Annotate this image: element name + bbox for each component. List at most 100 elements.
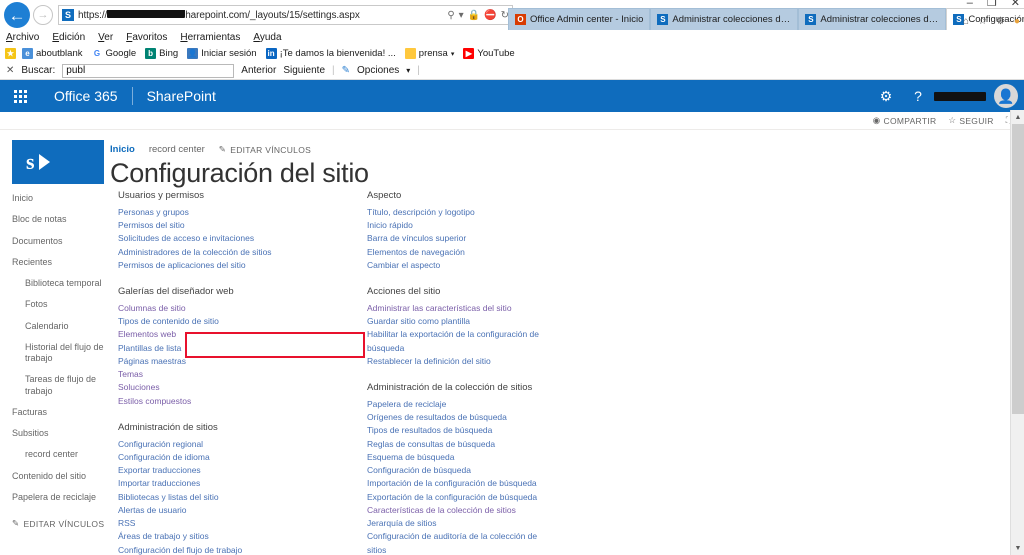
link-reglas-consultas-busqueda[interactable]: Reglas de consultas de búsqueda — [367, 438, 552, 451]
link-bibliotecas-y-listas[interactable]: Bibliotecas y listas del sitio — [118, 491, 303, 504]
link-papelera-de-reciclaje[interactable]: Papelera de reciclaje — [367, 398, 552, 411]
link-exportacion-configuracion-busqueda[interactable]: Exportación de la configuración de búsqu… — [367, 491, 552, 504]
breadcrumb-item-inicio[interactable]: Inicio — [110, 144, 135, 155]
sidebar-item-bloc-de-notas[interactable]: Bloc de notas — [12, 209, 112, 230]
link-configuracion-auditoria-coleccion-sitios[interactable]: Configuración de auditoría de la colecci… — [367, 530, 552, 555]
minimize-icon[interactable]: – — [967, 0, 973, 9]
favorite-item[interactable]: ▶ YouTube — [460, 48, 517, 59]
link-elementos-web[interactable]: Elementos web — [118, 328, 303, 341]
close-find-icon[interactable]: ✕ — [6, 65, 14, 76]
sidebar-item-inicio[interactable]: Inicio — [12, 188, 112, 209]
link-temas[interactable]: Temas — [118, 368, 303, 381]
link-barra-vinculos-superior[interactable]: Barra de vínculos superior — [367, 232, 552, 245]
link-administradores-coleccion-sitios[interactable]: Administradores de la colección de sitio… — [118, 246, 303, 259]
link-importar-traducciones[interactable]: Importar traducciones — [118, 477, 303, 490]
back-button[interactable]: ← — [4, 2, 30, 28]
chevron-down-icon[interactable]: ▾ — [406, 66, 410, 75]
menu-herramientas[interactable]: Herramientas — [180, 32, 240, 43]
link-restablecer-definicion-sitio[interactable]: Restablecer la definición del sitio — [367, 355, 552, 368]
link-columnas-de-sitio[interactable]: Columnas de sitio — [118, 302, 303, 315]
close-icon[interactable]: ✕ — [1011, 0, 1020, 9]
link-paginas-maestras[interactable]: Páginas maestras — [118, 355, 303, 368]
link-caracteristicas-coleccion-sitios[interactable]: Características de la colección de sitio… — [367, 504, 552, 517]
breadcrumb-item-record-center[interactable]: record center — [149, 144, 205, 155]
sidebar-item-papelera-de-reciclaje[interactable]: Papelera de reciclaje — [12, 487, 112, 508]
link-origenes-resultados-busqueda[interactable]: Orígenes de resultados de búsqueda — [367, 411, 552, 424]
menu-ayuda[interactable]: Ayuda — [253, 32, 281, 43]
find-next-button[interactable]: Siguiente — [283, 65, 325, 76]
sidebar-item-recientes[interactable]: Recientes — [12, 252, 112, 273]
scroll-up-button[interactable]: ▲ — [1011, 110, 1024, 124]
link-tipos-contenido-sitio[interactable]: Tipos de contenido de sitio — [118, 315, 303, 328]
favorite-item[interactable]: e aboutblank — [19, 48, 85, 59]
chevron-down-icon[interactable]: ▾ — [451, 50, 455, 58]
sharepoint-link[interactable]: SharePoint — [133, 80, 230, 112]
sidebar-edit-links-button[interactable]: ✎ EDITAR VÍNCULOS — [12, 518, 112, 529]
browser-tab[interactable]: S Administrar colecciones de siti... — [798, 8, 947, 30]
browser-tab[interactable]: S Administrar colecciones de siti... — [650, 8, 799, 30]
user-icon[interactable]: ● — [1014, 16, 1020, 27]
link-rss[interactable]: RSS — [118, 517, 303, 530]
find-input[interactable] — [62, 63, 235, 78]
link-elementos-de-navegacion[interactable]: Elementos de navegación — [367, 246, 552, 259]
scrollbar-thumb[interactable] — [1012, 124, 1024, 414]
search-icon[interactable]: ⚲ — [447, 10, 454, 21]
link-configuracion-regional[interactable]: Configuración regional — [118, 438, 303, 451]
scroll-down-button[interactable]: ▼ — [1011, 541, 1024, 555]
favorite-item[interactable]: 👤 Iniciar sesión — [184, 48, 259, 59]
link-jerarquia-de-sitios[interactable]: Jerarquía de sitios — [367, 517, 552, 530]
share-button[interactable]: ◉ COMPARTIR — [873, 115, 937, 126]
dropdown-caret-icon[interactable]: ▾ — [459, 10, 464, 21]
sidebar-item-fotos[interactable]: Fotos — [12, 294, 112, 315]
office365-link[interactable]: Office 365 — [40, 80, 132, 112]
link-alertas-de-usuario[interactable]: Alertas de usuario — [118, 504, 303, 517]
site-logo[interactable]: s — [12, 140, 104, 184]
favorite-item[interactable]: G Google — [88, 48, 139, 59]
link-habilitar-exportacion-configuracion-busqueda[interactable]: Habilitar la exportación de la configura… — [367, 328, 552, 355]
link-soluciones[interactable]: Soluciones — [118, 381, 303, 394]
gear-icon[interactable]: ⚙ — [996, 16, 1005, 27]
favorite-folder[interactable]: prensa ▾ — [402, 48, 458, 59]
edit-links-button[interactable]: ✎ EDITAR VÍNCULOS — [219, 144, 311, 155]
link-esquema-de-busqueda[interactable]: Esquema de búsqueda — [367, 451, 552, 464]
menu-edicion[interactable]: Edición — [52, 32, 85, 43]
favorite-item[interactable]: b Bing — [142, 48, 181, 59]
link-guardar-sitio-como-plantilla[interactable]: Guardar sitio como plantilla — [367, 315, 552, 328]
link-permisos-del-sitio[interactable]: Permisos del sitio — [118, 219, 303, 232]
link-configuracion-de-idioma[interactable]: Configuración de idioma — [118, 451, 303, 464]
link-solicitudes-de-acceso[interactable]: Solicitudes de acceso e invitaciones — [118, 232, 303, 245]
sidebar-item-facturas[interactable]: Facturas — [12, 402, 112, 423]
menu-ver[interactable]: Ver — [98, 32, 113, 43]
favorite-item[interactable]: in ¡Te damos la bienvenida! ... — [263, 48, 399, 59]
avatar[interactable]: 👤 — [994, 84, 1018, 108]
sidebar-item-calendario[interactable]: Calendario — [12, 316, 112, 337]
sidebar-item-documentos[interactable]: Documentos — [12, 231, 112, 252]
link-cambiar-el-aspecto[interactable]: Cambiar el aspecto — [367, 259, 552, 272]
link-exportar-traducciones[interactable]: Exportar traducciones — [118, 464, 303, 477]
link-inicio-rapido[interactable]: Inicio rápido — [367, 219, 552, 232]
restore-icon[interactable]: ❐ — [987, 0, 997, 9]
forward-button[interactable]: → — [33, 5, 53, 25]
user-name[interactable] — [934, 91, 994, 101]
menu-favoritos[interactable]: Favoritos — [126, 32, 167, 43]
sidebar-item-contenido-del-sitio[interactable]: Contenido del sitio — [12, 466, 112, 487]
sidebar-item-tareas-flujo-trabajo[interactable]: Tareas de flujo de trabajo — [12, 369, 112, 402]
page-scrollbar[interactable]: ▲ ▼ — [1010, 110, 1024, 555]
link-titulo-descripcion-logotipo[interactable]: Título, descripción y logotipo — [367, 206, 552, 219]
find-previous-button[interactable]: Anterior — [241, 65, 276, 76]
link-importacion-configuracion-busqueda[interactable]: Importación de la configuración de búsqu… — [367, 477, 552, 490]
sidebar-item-subsitios[interactable]: Subsitios — [12, 423, 112, 444]
highlighter-icon[interactable]: ✎ — [342, 65, 350, 76]
link-personas-y-grupos[interactable]: Personas y grupos — [118, 206, 303, 219]
address-bar[interactable]: S https://harepoint.com/_layouts/15/sett… — [58, 5, 513, 25]
link-permisos-aplicaciones-sitio[interactable]: Permisos de aplicaciones del sitio — [118, 259, 303, 272]
gear-icon[interactable]: ⚙ — [870, 80, 902, 112]
link-configuracion-flujo-trabajo[interactable]: Configuración del flujo de trabajo — [118, 544, 303, 555]
find-options-button[interactable]: Opciones — [357, 65, 399, 76]
link-estilos-compuestos[interactable]: Estilos compuestos — [118, 395, 303, 408]
link-configuracion-de-busqueda[interactable]: Configuración de búsqueda — [367, 464, 552, 477]
menu-archivo[interactable]: AArchivorchivo — [6, 32, 39, 43]
favorites-star-icon[interactable]: ☆ — [978, 16, 987, 27]
question-icon[interactable]: ? — [902, 80, 934, 112]
link-areas-de-trabajo-y-sitios[interactable]: Áreas de trabajo y sitios — [118, 530, 303, 543]
